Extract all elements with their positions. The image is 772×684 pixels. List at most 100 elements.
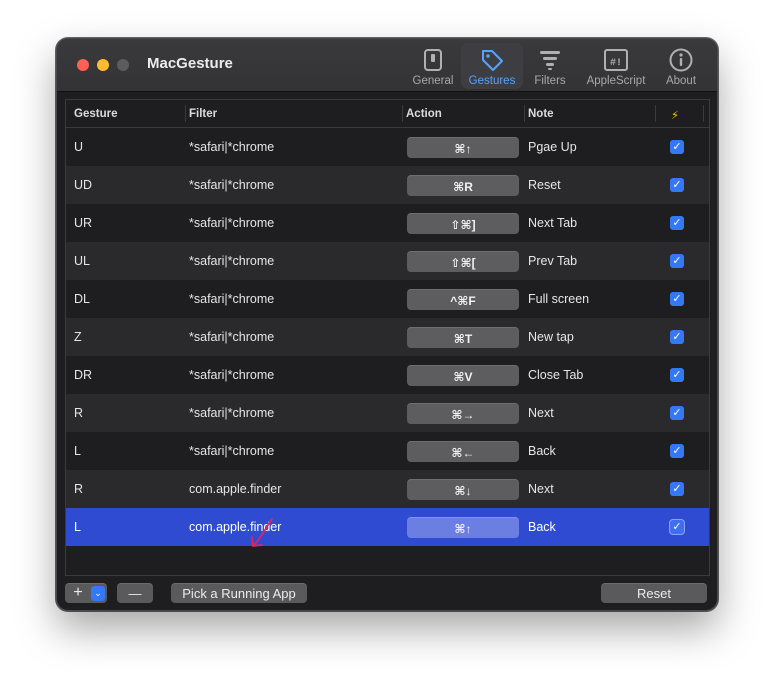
close-button[interactable] [77,59,89,71]
gesture-cell: U [74,140,84,154]
minimize-button[interactable] [97,59,109,71]
note-cell: Back [528,520,556,534]
table-row[interactable]: UL *safari|*chrome ⇧⌘[ Prev Tab ✓ [66,242,709,280]
column-header-enabled[interactable]: ⚡ [671,108,679,122]
table-row[interactable]: U *safari|*chrome ⌘↑ Pgae Up ✓ [66,128,709,166]
zoom-button[interactable] [117,59,129,71]
enabled-checkbox[interactable]: ✓ [670,140,684,154]
column-header-action[interactable]: Action [406,108,442,120]
note-cell: Pgae Up [528,140,577,154]
toolbar-label-about: About [665,75,697,87]
filter-cell: *safari|*chrome [189,292,275,306]
table-row[interactable]: Lcom.apple.finder ⌘↑ Back ✓ [66,508,709,546]
table-row[interactable]: Rcom.apple.finder ⌘↓ Next ✓ [66,470,709,508]
shortcut-recorder-button[interactable]: ^⌘F [407,289,519,310]
table-row[interactable]: R *safari|*chrome ⌘→ Next ✓ [66,394,709,432]
filter-cell: *safari|*chrome [189,216,275,230]
enabled-checkbox[interactable]: ✓ [670,216,684,230]
svg-text:#!: #! [610,58,622,69]
enabled-checkbox[interactable]: ✓ [670,406,684,420]
filter-cell: *safari|*chrome [189,178,275,192]
gesture-cell: UR [74,216,93,230]
toolbar-tab-gestures[interactable]: Gestures [461,43,523,89]
preferences-window: MacGesture General Gestures Filters #! A… [56,38,718,611]
add-menu-chevron-icon[interactable]: ⌄ [91,586,105,601]
table-row[interactable]: DL *safari|*chrome ^⌘F Full screen ✓ [66,280,709,318]
gestures-table: Gesture Filter Action Note ⚡ U *safari|*c… [65,99,710,576]
filter-cell: *safari|*chrome [189,368,275,382]
reset-button[interactable]: Reset [601,583,707,603]
enabled-checkbox[interactable]: ✓ [670,444,684,458]
column-header-gesture[interactable]: Gesture [74,108,117,120]
title-bar: MacGesture General Gestures Filters #! A… [57,39,717,92]
gesture-cell: UL [74,254,90,268]
table-header: Gesture Filter Action Note ⚡ [66,100,709,128]
info-icon [669,48,693,72]
filter-cell: *safari|*chrome [189,444,275,458]
enabled-checkbox[interactable]: ✓ [670,520,684,534]
window-title: MacGesture [147,55,233,72]
note-cell: Prev Tab [528,254,578,268]
gestures-tag-icon [482,50,503,71]
shortcut-recorder-button[interactable]: ⌘T [407,327,519,348]
shortcut-recorder-button[interactable]: ⇧⌘] [407,213,519,234]
shortcut-recorder-button[interactable]: ⌘← [407,441,519,462]
filters-funnel-icon [540,51,560,70]
gesture-cell: UD [74,178,93,192]
toolbar-label-general: General [412,75,454,87]
enabled-checkbox[interactable]: ✓ [670,330,684,344]
table-row[interactable]: Z *safari|*chrome ⌘T New tap ✓ [66,318,709,356]
note-cell: Next [528,406,554,420]
filter-cell: *safari|*chrome [189,140,275,154]
shortcut-recorder-button[interactable]: ⌘↑ [407,137,519,158]
add-button-group: + ⌄ [65,583,107,603]
filter-cell: *safari|*chrome [189,330,275,344]
shortcut-recorder-button[interactable]: ⌘↓ [407,479,519,500]
gesture-cell: L [74,444,81,458]
toolbar-tab-general[interactable]: General [406,43,460,89]
gesture-cell: DR [74,368,93,382]
table-row[interactable]: L *safari|*chrome ⌘← Back ✓ [66,432,709,470]
gesture-cell: R [74,406,84,420]
toolbar-tab-about[interactable]: About [657,43,705,89]
applescript-icon: #! [604,49,628,71]
pick-running-app-button[interactable]: Pick a Running App [171,583,307,603]
note-cell: Full screen [528,292,590,306]
gesture-cell: L [74,520,81,534]
shortcut-recorder-button[interactable]: ⌘↑ [407,517,519,538]
note-cell: Reset [528,178,561,192]
enabled-checkbox[interactable]: ✓ [670,368,684,382]
enabled-checkbox[interactable]: ✓ [670,482,684,496]
shortcut-recorder-button[interactable]: ⌘V [407,365,519,386]
remove-button[interactable]: — [117,583,153,603]
bottom-bar: + ⌄ — Pick a Running App Reset [57,579,717,609]
annotation-arrow-icon [251,518,273,547]
general-icon [424,49,442,71]
toolbar-label-applescript: AppleScript [586,75,646,87]
note-cell: Close Tab [528,368,584,382]
enabled-checkbox[interactable]: ✓ [670,254,684,268]
note-cell: New tap [528,330,574,344]
gesture-cell: R [74,482,84,496]
gesture-cell: Z [74,330,82,344]
shortcut-recorder-button[interactable]: ⇧⌘[ [407,251,519,272]
enabled-checkbox[interactable]: ✓ [670,178,684,192]
table-row[interactable]: DR *safari|*chrome ⌘V Close Tab ✓ [66,356,709,394]
filter-cell: *safari|*chrome [189,406,275,420]
enabled-checkbox[interactable]: ✓ [670,292,684,306]
shortcut-recorder-button[interactable]: ⌘→ [407,403,519,424]
add-button[interactable]: + [65,584,91,603]
column-header-note[interactable]: Note [528,108,554,120]
shortcut-recorder-button[interactable]: ⌘R [407,175,519,196]
table-row[interactable]: UD *safari|*chrome ⌘R Reset ✓ [66,166,709,204]
note-cell: Back [528,444,556,458]
toolbar-tab-filters[interactable]: Filters [525,43,575,89]
table-row[interactable]: UR *safari|*chrome ⇧⌘] Next Tab ✓ [66,204,709,242]
toolbar-tab-applescript[interactable]: #! AppleScript [581,43,651,89]
gesture-cell: DL [74,292,90,306]
toolbar-label-filters: Filters [534,75,566,87]
filter-cell: com.apple.finder [189,482,282,496]
note-cell: Next Tab [528,216,578,230]
column-header-filter[interactable]: Filter [189,108,217,120]
filter-cell: *safari|*chrome [189,254,275,268]
